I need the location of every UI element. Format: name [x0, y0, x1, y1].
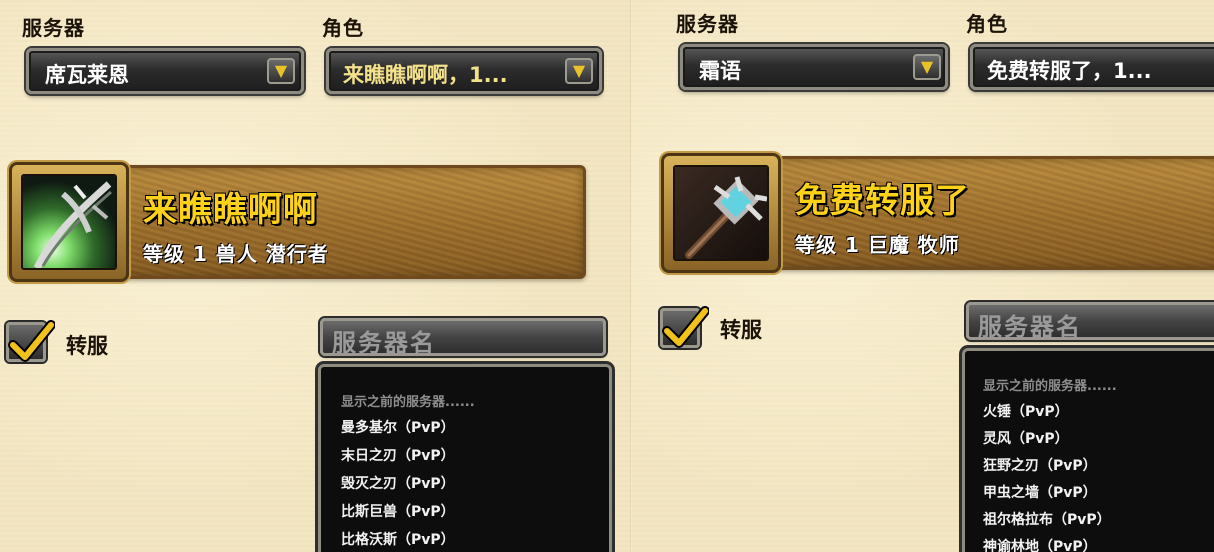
- server-dropdown-value: 霜语: [699, 59, 741, 83]
- list-hint: 显示之前的服务器......: [341, 395, 475, 410]
- list-item[interactable]: 狂野之刃（PvP）: [983, 455, 1097, 475]
- list-item[interactable]: 祖尔格拉布（PvP）: [983, 509, 1111, 529]
- server-name-input[interactable]: 服务器名: [320, 318, 606, 357]
- list-item[interactable]: 神谕林地（PvP）: [983, 536, 1097, 552]
- left-transfer-panel: 服务器 角色 席瓦莱恩 ▼ 来瞧瞧啊啊，1... ▼ 来瞧瞧啊啊 等级 1 兽人…: [0, 0, 632, 552]
- role-label: 角色: [322, 16, 364, 40]
- server-name-input[interactable]: 服务器名: [966, 302, 1214, 341]
- server-list[interactable]: 显示之前的服务器...... 曼多基尔（PvP） 末日之刃（PvP） 毁灭之刃（…: [318, 364, 612, 552]
- character-name: 免费转服了: [795, 181, 970, 221]
- transfer-checkbox[interactable]: [660, 306, 709, 348]
- list-item[interactable]: 灵风（PvP）: [983, 428, 1069, 448]
- list-hint: 显示之前的服务器......: [983, 379, 1117, 394]
- list-item[interactable]: 曼多基尔（PvP）: [341, 417, 455, 437]
- transfer-checkbox[interactable]: [6, 320, 55, 362]
- list-item[interactable]: 甲虫之墙（PvP）: [983, 482, 1097, 502]
- server-name-placeholder: 服务器名: [332, 329, 436, 357]
- server-label: 服务器: [676, 12, 739, 36]
- role-label: 角色: [966, 12, 1008, 36]
- character-banner: 免费转服了 等级 1 巨魔 牧师: [661, 153, 1214, 273]
- right-transfer-panel: 服务器 角色 霜语 ▼ 免费转服了，1... 免费转服了 等级 1 巨魔 牧师 …: [632, 0, 1214, 552]
- character-name: 来瞧瞧啊啊: [143, 190, 318, 230]
- server-dropdown-value: 席瓦莱恩: [45, 63, 129, 87]
- list-item[interactable]: 末日之刃（PvP）: [341, 445, 455, 465]
- server-list[interactable]: 显示之前的服务器...... 火锤（PvP） 灵风（PvP） 狂野之刃（PvP）…: [962, 348, 1214, 552]
- list-item[interactable]: 毁灭之刃（PvP）: [341, 473, 455, 493]
- server-dropdown[interactable]: 霜语 ▼: [680, 44, 948, 90]
- character-info: 等级 1 巨魔 牧师: [795, 233, 960, 257]
- checkmark-icon: [662, 306, 709, 348]
- role-dropdown[interactable]: 来瞧瞧啊啊，1... ▼: [326, 48, 602, 94]
- arrow-down-icon[interactable]: ▼: [267, 58, 295, 84]
- role-dropdown-value: 免费转服了，1...: [987, 59, 1152, 83]
- list-item[interactable]: 火锤（PvP）: [983, 401, 1069, 421]
- server-label: 服务器: [22, 16, 85, 40]
- list-item[interactable]: 比格沃斯（PvP）: [341, 529, 455, 549]
- character-banner: 来瞧瞧啊啊 等级 1 兽人 潜行者: [9, 162, 586, 282]
- role-dropdown[interactable]: 免费转服了，1...: [970, 44, 1214, 90]
- server-name-placeholder: 服务器名: [978, 313, 1082, 341]
- checkmark-icon: [8, 320, 55, 362]
- transfer-label: 转服: [720, 318, 762, 342]
- character-portrait: [9, 162, 129, 282]
- character-portrait: [661, 153, 781, 273]
- rogue-dagger-icon: [21, 174, 117, 270]
- character-info: 等级 1 兽人 潜行者: [143, 242, 329, 266]
- priest-mace-icon: [673, 165, 769, 261]
- server-dropdown[interactable]: 席瓦莱恩 ▼: [26, 48, 304, 94]
- transfer-label: 转服: [66, 334, 108, 358]
- list-item[interactable]: 比斯巨兽（PvP）: [341, 501, 455, 521]
- arrow-down-icon[interactable]: ▼: [913, 54, 941, 80]
- role-dropdown-value: 来瞧瞧啊啊，1...: [343, 63, 508, 87]
- arrow-down-icon[interactable]: ▼: [565, 58, 593, 84]
